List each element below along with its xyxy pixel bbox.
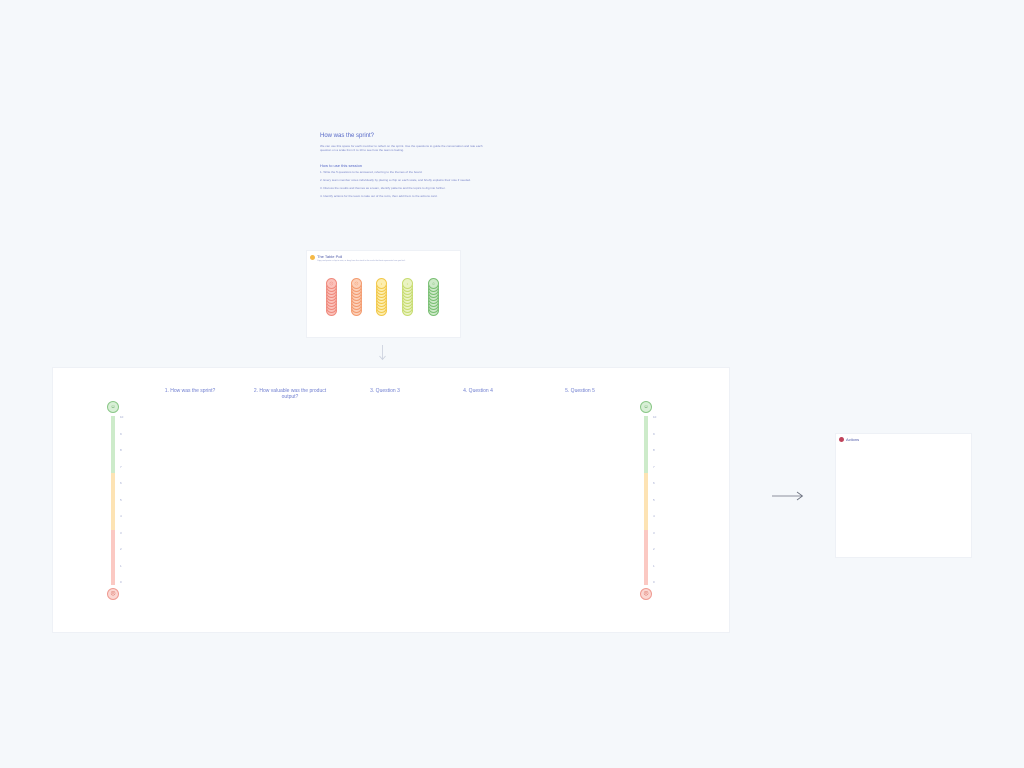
- scale-tick-label: 2: [653, 547, 655, 551]
- question-label-1[interactable]: 1. How was the sprint?: [150, 388, 230, 394]
- rating-scale-left: ☺ ☹ 10 9 8 7 6 5 4 3 2 1 0: [103, 401, 123, 601]
- sad-face-icon: ☹: [107, 588, 119, 600]
- intro-section: How was the sprint? We can use this spac…: [320, 133, 485, 202]
- happy-face-icon: ☺: [640, 401, 652, 413]
- vote-chip[interactable]: •: [376, 278, 387, 289]
- scale-segment-green: [644, 416, 648, 473]
- vote-chip[interactable]: ☹: [351, 278, 362, 289]
- scale-tick-label: 5: [120, 497, 122, 502]
- scale-tick-label: 0: [120, 580, 122, 584]
- scale-tick-label: 10: [120, 415, 124, 419]
- retro-board[interactable]: [52, 367, 730, 633]
- actions-label: Actions: [846, 437, 860, 442]
- scale-tick-label: 5: [653, 497, 655, 502]
- scale-segment-red: [111, 530, 115, 585]
- howto-step: 4. Identify actions for the team to take…: [320, 194, 438, 198]
- arrow-down-icon: [379, 345, 386, 361]
- scale-tick-label: 10: [653, 415, 657, 419]
- scale-tick-label: 3: [120, 530, 122, 535]
- scale-tick-label: 2: [120, 547, 122, 551]
- vote-chip[interactable]: ☺: [428, 278, 439, 289]
- scale-segment-green: [111, 416, 115, 473]
- smiley-icon: [310, 255, 315, 260]
- scale-tick-label: 1: [120, 563, 122, 568]
- scale-tick-label: 9: [120, 431, 122, 436]
- scale-tick-label: 4: [120, 514, 122, 518]
- vote-chip[interactable]: ☹: [326, 278, 337, 289]
- scale-segment-red: [644, 530, 648, 585]
- vote-chip[interactable]: •: [402, 278, 413, 289]
- poll-description: Copy and paste a chip to vote, or drag f…: [317, 260, 406, 262]
- happy-face-icon: ☺: [107, 401, 119, 413]
- chip-face-icon: ☹: [329, 281, 334, 286]
- action-icon: [839, 437, 844, 442]
- scale-tick-label: 4: [653, 514, 655, 518]
- scale-tick-label: 7: [120, 464, 122, 469]
- scale-segment-yellow: [111, 473, 115, 530]
- arrow-right-icon: [772, 491, 804, 501]
- scale-tick-label: 1: [653, 563, 655, 568]
- question-label-3[interactable]: 3. Question 3: [350, 388, 420, 394]
- scale-tick-label: 6: [653, 481, 655, 485]
- howto-step: 2. Every team member votes individually …: [320, 178, 471, 182]
- scale-tick-label: 7: [653, 464, 655, 469]
- scale-tick-label: 3: [653, 530, 655, 535]
- howto-title: How to use this session: [320, 163, 363, 168]
- howto-step: 1. Write the 5 questions to be answered,…: [320, 170, 423, 174]
- question-label-5[interactable]: 5. Question 5: [545, 388, 615, 394]
- chip-face-icon: ☺: [431, 281, 436, 286]
- scale-tick-label: 8: [120, 448, 122, 452]
- poll-title: The Table Poll: [317, 254, 343, 259]
- scale-tick-label: 0: [653, 580, 655, 584]
- scale-tick-label: 8: [653, 448, 655, 452]
- actions-card[interactable]: Actions: [835, 433, 972, 558]
- question-label-2[interactable]: 2. How valuable was the product output?: [246, 388, 334, 400]
- scale-tick-label: 9: [653, 431, 655, 436]
- intro-title: How was the sprint?: [320, 133, 375, 139]
- sad-face-icon: ☹: [640, 588, 652, 600]
- howto-step: 3. Discuss the results and themes as a t…: [320, 186, 446, 190]
- rating-scale-right: ☺ ☹ 10 9 8 7 6 5 4 3 2 1 0: [636, 401, 656, 601]
- chip-face-icon: •: [380, 281, 383, 286]
- chip-face-icon: •: [406, 281, 409, 286]
- intro-description: We can use this space for each member to…: [320, 144, 483, 152]
- scale-segment-yellow: [644, 473, 648, 530]
- chip-face-icon: ☹: [354, 281, 359, 286]
- scale-tick-label: 6: [120, 481, 122, 485]
- question-label-4[interactable]: 4. Question 4: [443, 388, 513, 394]
